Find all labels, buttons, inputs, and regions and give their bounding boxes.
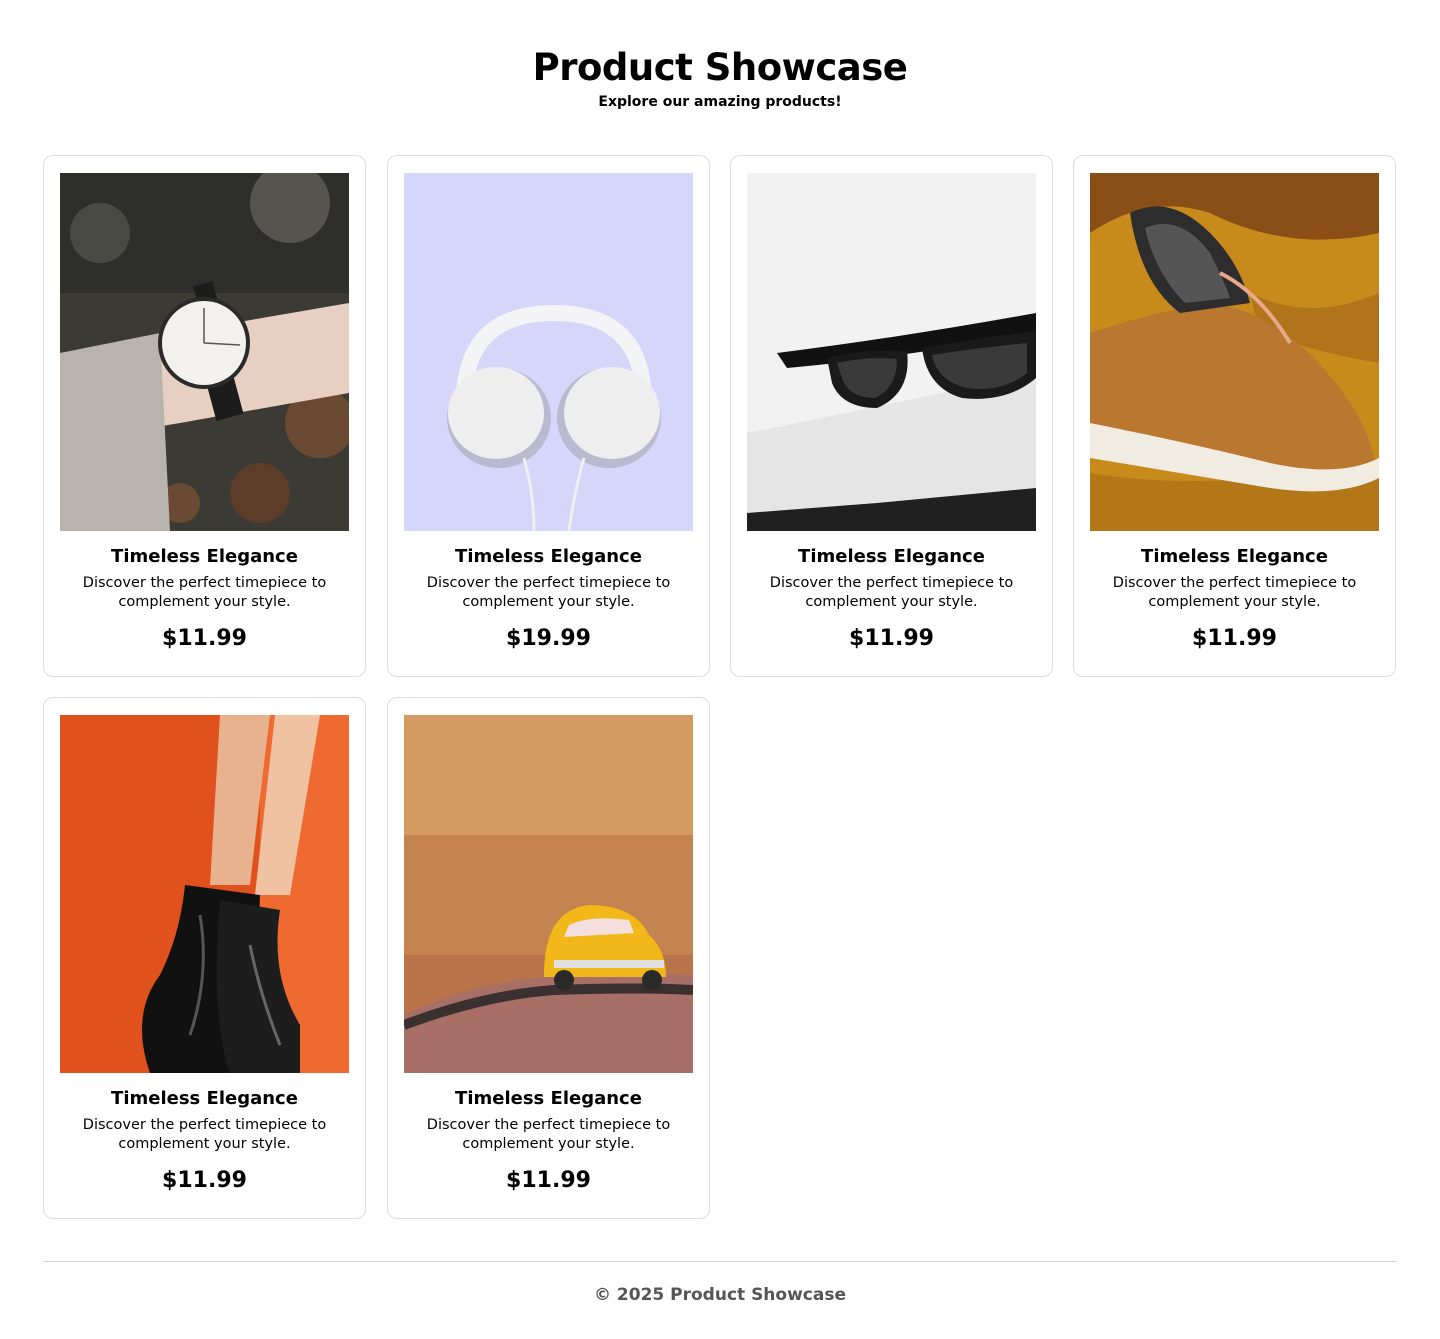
page-header: Product Showcase Explore our amazing pro… xyxy=(0,44,1440,111)
product-card[interactable]: Timeless Elegance Discover the perfect t… xyxy=(730,155,1053,677)
product-price: $11.99 xyxy=(1192,626,1277,651)
product-card[interactable]: Timeless Elegance Discover the perfect t… xyxy=(387,155,710,677)
product-title: Timeless Elegance xyxy=(798,546,985,567)
product-image-toy-car xyxy=(404,715,693,1073)
product-title: Timeless Elegance xyxy=(111,1088,298,1109)
product-description: Discover the perfect timepiece to comple… xyxy=(82,1117,327,1152)
product-description: Discover the perfect timepiece to comple… xyxy=(82,575,327,610)
product-title: Timeless Elegance xyxy=(1141,546,1328,567)
footer-copyright: © 2025 Product Showcase xyxy=(594,1285,846,1305)
product-price: $11.99 xyxy=(162,1168,247,1193)
product-image-sunglasses xyxy=(747,173,1036,531)
product-description: Discover the perfect timepiece to comple… xyxy=(426,1117,671,1152)
product-price: $19.99 xyxy=(506,626,591,651)
page-title: Product Showcase xyxy=(532,46,908,89)
product-card[interactable]: Timeless Elegance Discover the perfect t… xyxy=(1073,155,1396,677)
product-price: $11.99 xyxy=(849,626,934,651)
product-image-ankle-boots xyxy=(60,715,349,1073)
footer-divider xyxy=(43,1261,1397,1262)
product-title: Timeless Elegance xyxy=(455,546,642,567)
product-card[interactable]: Timeless Elegance Discover the perfect t… xyxy=(43,697,366,1219)
page-subtitle: Explore our amazing products! xyxy=(598,94,842,110)
product-price: $11.99 xyxy=(162,626,247,651)
product-card[interactable]: Timeless Elegance Discover the perfect t… xyxy=(387,697,710,1219)
product-card[interactable]: Timeless Elegance Discover the perfect t… xyxy=(43,155,366,677)
product-image-sneaker xyxy=(1090,173,1379,531)
product-description: Discover the perfect timepiece to comple… xyxy=(426,575,671,610)
product-description: Discover the perfect timepiece to comple… xyxy=(1112,575,1357,610)
product-image-headphones xyxy=(404,173,693,531)
product-description: Discover the perfect timepiece to comple… xyxy=(769,575,1014,610)
product-title: Timeless Elegance xyxy=(455,1088,642,1109)
product-price: $11.99 xyxy=(506,1168,591,1193)
product-title: Timeless Elegance xyxy=(111,546,298,567)
product-image-wristwatch xyxy=(60,173,349,531)
